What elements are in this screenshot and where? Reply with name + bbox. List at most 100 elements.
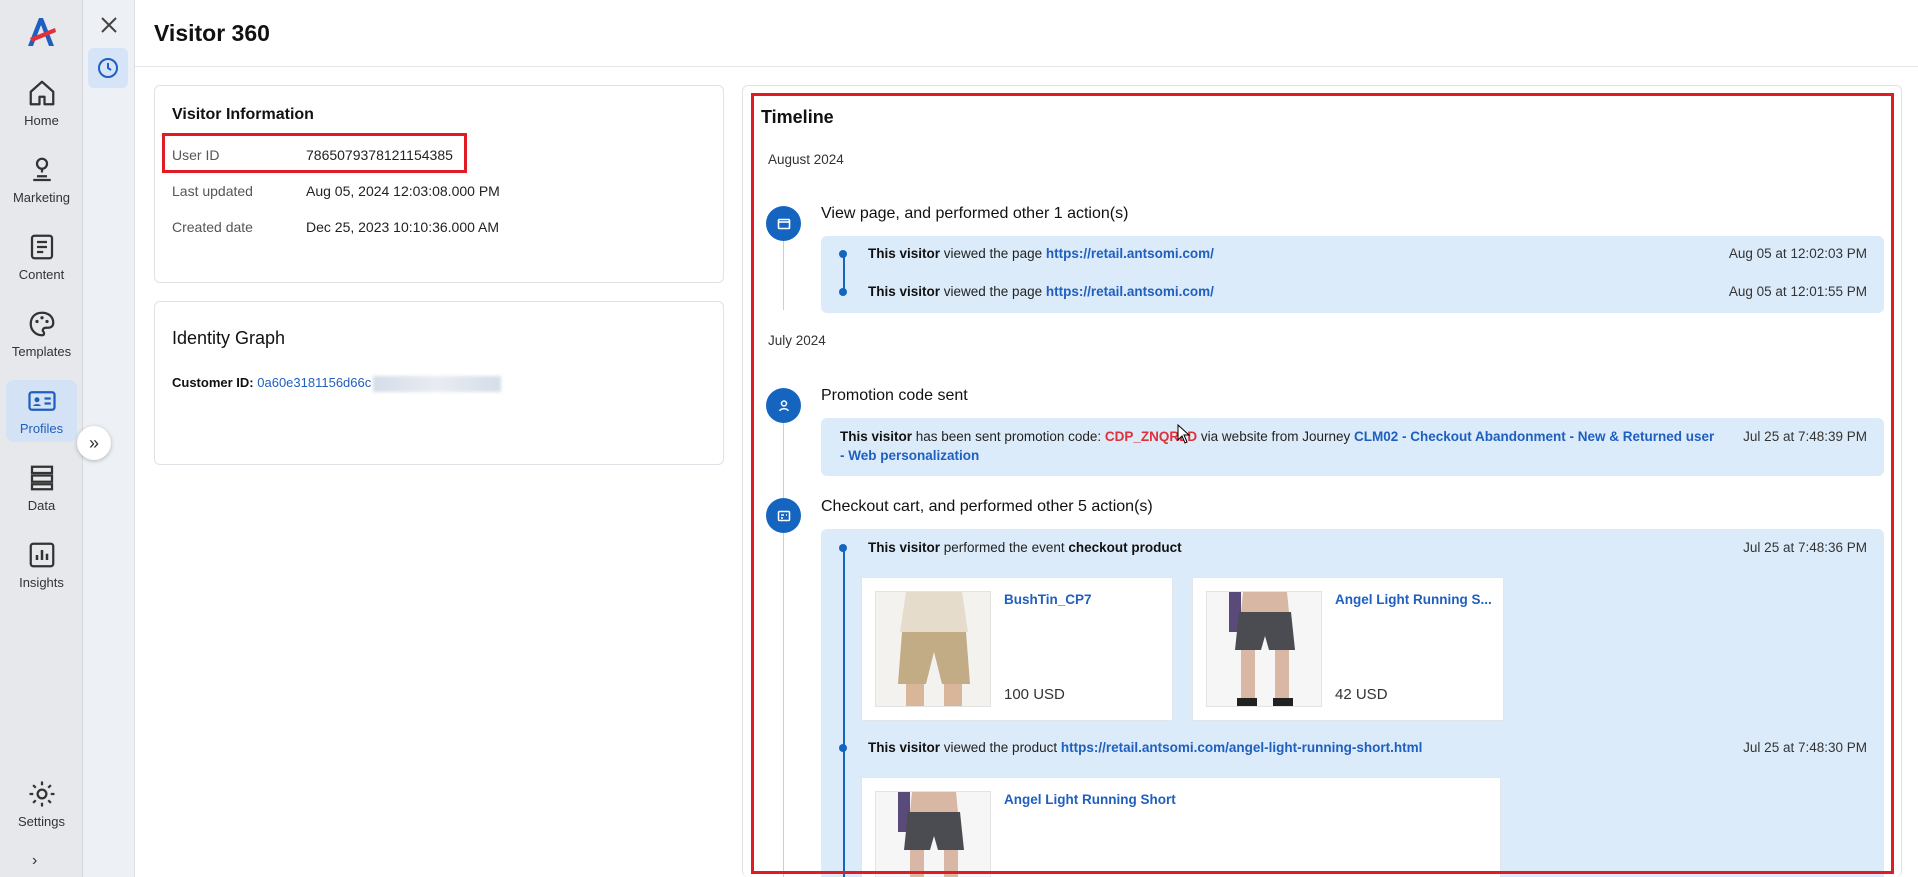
page-title: Visitor 360 bbox=[154, 20, 270, 46]
cart-icon bbox=[777, 510, 790, 521]
promotion-group-icon bbox=[766, 388, 801, 423]
event-actor: This visitor bbox=[840, 429, 913, 444]
event-dot bbox=[839, 288, 847, 296]
month-label: July 2024 bbox=[768, 333, 826, 348]
event-time: Jul 25 at 7:48:36 PM bbox=[1743, 540, 1867, 555]
nav-item-content[interactable]: Content bbox=[6, 226, 77, 288]
nav-label-home: Home bbox=[24, 113, 59, 128]
product-price: 100 USD bbox=[1004, 686, 1065, 703]
event-time: Aug 05 at 12:01:55 PM bbox=[1728, 284, 1867, 299]
nav-label-settings: Settings bbox=[18, 814, 65, 829]
nav-item-settings[interactable]: Settings bbox=[6, 773, 77, 835]
event-actor: This visitor bbox=[868, 740, 941, 755]
info-value: Aug 05, 2024 12:03:08.000 PM bbox=[306, 183, 500, 199]
nav-item-marketing[interactable]: Marketing bbox=[6, 149, 77, 211]
event-dot bbox=[839, 544, 847, 552]
event-time: Jul 25 at 7:48:30 PM bbox=[1743, 740, 1867, 755]
event-view-page-1: This visitor viewed the page https://ret… bbox=[868, 246, 1214, 261]
info-value: Dec 25, 2023 10:10:36.000 AM bbox=[306, 219, 500, 235]
insights-icon bbox=[29, 542, 54, 568]
content-icon bbox=[30, 234, 53, 260]
nav-label-data: Data bbox=[27, 498, 56, 513]
close-icon[interactable] bbox=[98, 14, 120, 36]
nav-label-marketing: Marketing bbox=[12, 190, 71, 205]
customer-id-row: Customer ID: 0a60e3181156d66c bbox=[172, 375, 502, 392]
nav-label-insights: Insights bbox=[19, 575, 64, 590]
history-button[interactable] bbox=[88, 48, 128, 88]
product-running-short-photo bbox=[1207, 592, 1321, 706]
nav-label-profiles: Profiles bbox=[19, 421, 64, 436]
event-promotion-sent: This visitor has been sent promotion cod… bbox=[840, 429, 1714, 444]
event-text: viewed the product bbox=[940, 740, 1061, 755]
journey-link[interactable]: CLM02 - Checkout Abandonment - New & Ret… bbox=[1354, 429, 1714, 444]
event-name: checkout product bbox=[1068, 540, 1182, 555]
main-nav: Home Marketing Content Templates Profile… bbox=[0, 0, 83, 877]
palette-icon bbox=[29, 311, 54, 337]
visitor-information-title: Visitor Information bbox=[172, 106, 314, 123]
product-name[interactable]: Angel Light Running Short bbox=[1004, 792, 1176, 807]
home-icon bbox=[29, 80, 54, 106]
timeline-title: Timeline bbox=[761, 107, 834, 127]
event-actor: This visitor bbox=[868, 540, 941, 555]
event-text: via website from Journey bbox=[1197, 429, 1354, 444]
event-text: has been sent promotion code: bbox=[912, 429, 1105, 444]
browser-window-icon bbox=[777, 218, 790, 229]
event-actor: This visitor bbox=[868, 246, 941, 261]
event-checkout: This visitor performed the event checkou… bbox=[868, 540, 1182, 555]
marketing-icon bbox=[32, 157, 51, 182]
double-chevron-right-icon: » bbox=[88, 432, 99, 453]
info-key: Created date bbox=[172, 219, 253, 235]
view-page-events-panel: This visitor viewed the page https://ret… bbox=[821, 236, 1884, 313]
event-text: viewed the page bbox=[940, 284, 1046, 299]
nav-item-data[interactable]: Data bbox=[6, 457, 77, 519]
product-name[interactable]: BushTin_CP7 bbox=[1004, 592, 1092, 607]
view-page-group-title: View page, and performed other 1 action(… bbox=[821, 205, 1129, 222]
event-view-page-2: This visitor viewed the page https://ret… bbox=[868, 284, 1214, 299]
product-name[interactable]: Angel Light Running S... bbox=[1335, 592, 1492, 607]
event-page-link[interactable]: https://retail.antsomi.com/ bbox=[1046, 284, 1214, 299]
nav-label-templates: Templates bbox=[11, 344, 72, 359]
chevron-right-icon[interactable]: › bbox=[32, 852, 37, 870]
product-card[interactable]: BushTin_CP7 100 USD bbox=[861, 577, 1173, 721]
event-dot bbox=[839, 744, 847, 752]
clock-icon bbox=[98, 58, 118, 78]
journey-link[interactable]: - Web personalization bbox=[840, 448, 979, 463]
promotion-group-title: Promotion code sent bbox=[821, 387, 968, 404]
product-running-short-photo bbox=[876, 792, 990, 877]
nav-item-home[interactable]: Home bbox=[6, 72, 77, 134]
event-text: viewed the page bbox=[940, 246, 1046, 261]
event-time: Aug 05 at 12:02:03 PM bbox=[1728, 246, 1867, 261]
event-dot bbox=[839, 250, 847, 258]
user-id-highlight bbox=[162, 133, 467, 173]
nav-item-templates[interactable]: Templates bbox=[6, 303, 77, 365]
data-icon bbox=[30, 465, 53, 491]
checkout-events-panel: This visitor performed the event checkou… bbox=[821, 529, 1884, 877]
timeline-axis bbox=[783, 420, 784, 877]
info-key: Last updated bbox=[172, 183, 253, 199]
product-card[interactable]: Angel Light Running Short bbox=[861, 777, 1501, 877]
event-page-link[interactable]: https://retail.antsomi.com/ bbox=[1046, 246, 1214, 261]
identity-graph-card: Identity Graph Customer ID: 0a60e3181156… bbox=[154, 301, 724, 465]
checkout-group-title: Checkout cart, and performed other 5 act… bbox=[821, 498, 1153, 515]
mouse-cursor-icon bbox=[1177, 424, 1191, 444]
event-line bbox=[843, 547, 845, 877]
customer-id-redacted bbox=[373, 375, 502, 392]
product-image bbox=[875, 791, 991, 877]
event-product-link[interactable]: https://retail.antsomi.com/angel-light-r… bbox=[1061, 740, 1423, 755]
visitor-information-card: Visitor Information User ID 786507937812… bbox=[154, 85, 724, 283]
nav-item-profiles[interactable]: Profiles bbox=[6, 380, 77, 442]
customer-id-link[interactable]: 0a60e3181156d66c bbox=[257, 375, 371, 390]
event-line bbox=[843, 254, 845, 291]
timeline-axis bbox=[783, 240, 784, 310]
promotion-events-panel: This visitor has been sent promotion cod… bbox=[821, 418, 1884, 476]
month-label: August 2024 bbox=[768, 152, 844, 167]
product-image bbox=[1206, 591, 1322, 707]
expand-panel-button[interactable]: » bbox=[77, 426, 111, 460]
profile-card-icon bbox=[27, 391, 56, 411]
app-logo-icon[interactable] bbox=[24, 14, 60, 50]
nav-label-content: Content bbox=[18, 267, 65, 282]
product-card[interactable]: Angel Light Running S... 42 USD bbox=[1192, 577, 1504, 721]
nav-item-insights[interactable]: Insights bbox=[6, 534, 77, 596]
event-text: performed the event bbox=[940, 540, 1069, 555]
customer-id-label: Customer ID: bbox=[172, 375, 254, 390]
